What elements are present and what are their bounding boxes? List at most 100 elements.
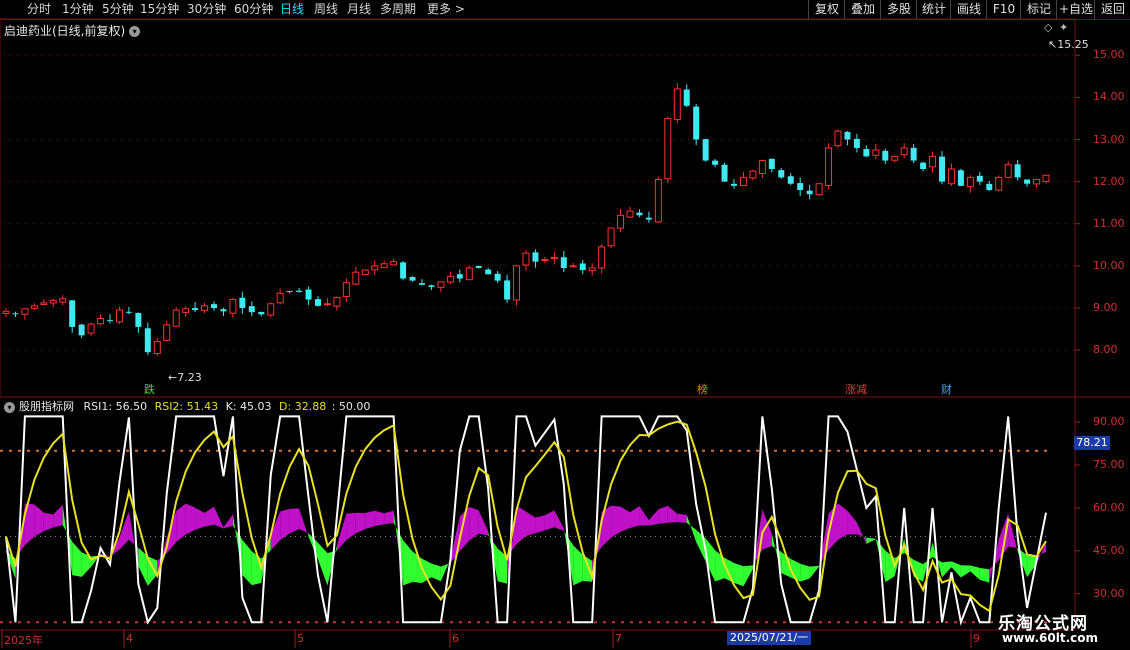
candle-body — [806, 190, 813, 195]
date-tick-label: 7 — [615, 632, 622, 645]
candle-body — [929, 155, 937, 168]
rsi-band — [384, 510, 394, 525]
rsi-band — [544, 510, 555, 531]
rsi-band — [280, 508, 290, 541]
rsi-band — [289, 508, 300, 534]
date-tick-label: 9 — [973, 632, 980, 645]
candle-body — [115, 309, 123, 323]
price-low-label: ←7.23 — [168, 371, 202, 384]
candle-body — [986, 183, 993, 191]
indicator-tick-label: 90.00 — [1093, 415, 1125, 429]
candle-body — [333, 296, 341, 307]
event-tag[interactable]: 榜 — [697, 381, 708, 397]
event-tag[interactable]: 涨减 — [845, 381, 867, 397]
rsi-band — [195, 507, 205, 530]
price-tick-label: 9.00 — [1093, 300, 1118, 314]
candle-body — [172, 309, 180, 327]
candle-body — [617, 214, 625, 229]
candle-body — [844, 131, 851, 140]
candle-body — [758, 160, 766, 174]
rsi-band — [43, 512, 54, 532]
candle-body — [797, 183, 804, 191]
price-tick-label: 10.00 — [1093, 258, 1125, 272]
candle-body — [248, 306, 255, 313]
candle-body — [626, 210, 634, 218]
rsi-band — [847, 510, 857, 535]
candle-body — [712, 160, 719, 165]
rsi-band — [573, 545, 583, 586]
candle-body — [882, 150, 889, 161]
candle-body — [352, 271, 360, 285]
rsi-band — [346, 512, 356, 541]
candle-body — [125, 311, 132, 313]
rsi-band — [743, 565, 753, 587]
candle-body — [569, 265, 577, 268]
d-label: D: 32.88 — [279, 400, 327, 413]
candle-body — [229, 299, 237, 314]
indicator-title: ▾ 股朋指标网 RSI1: 56.50 RSI2: 51.43 K: 45.03 … — [4, 398, 370, 414]
candle-body — [815, 183, 823, 196]
rsi-band — [686, 514, 697, 542]
candle-body — [1033, 179, 1041, 185]
candle-body — [853, 138, 860, 148]
candle-body — [2, 310, 10, 314]
candle-body — [239, 297, 246, 308]
extra-label: : 50.00 — [331, 400, 371, 413]
candle-body — [163, 324, 171, 341]
candle-body — [276, 292, 284, 304]
candle-body — [144, 328, 151, 353]
rsi-band — [214, 506, 224, 529]
rsi-band — [299, 508, 309, 537]
rsi-band — [72, 541, 82, 577]
k-label: K: 45.03 — [225, 400, 272, 413]
candle-body — [315, 299, 321, 306]
rsi-band — [119, 511, 129, 550]
candle-body — [305, 289, 312, 300]
rsi-band — [478, 510, 489, 536]
date-tick-label: 2025年 — [4, 634, 43, 647]
date-tick-label: 6 — [452, 632, 459, 645]
rsi1-label: RSI1: 56.50 — [83, 400, 148, 413]
candle-body — [87, 323, 95, 334]
rsi-band — [365, 510, 375, 529]
rsi-band — [724, 557, 734, 583]
price-tick-label: 15.00 — [1093, 48, 1125, 62]
candle-body — [976, 175, 983, 182]
rsi-band — [526, 511, 536, 536]
candle-body — [69, 300, 76, 327]
indicator-tick-label: 45.00 — [1093, 543, 1125, 557]
indicator-tick-label: 30.00 — [1093, 586, 1125, 600]
rsi-band — [516, 505, 526, 545]
indicator-tick-label: 60.00 — [1093, 500, 1125, 514]
candle-body — [97, 318, 105, 325]
event-tag[interactable]: 跌 — [144, 381, 155, 397]
candle-body — [201, 305, 209, 311]
cursor-date: 2025/07/21/一 — [727, 631, 812, 645]
candle-body — [947, 168, 955, 185]
price-tick-label: 12.00 — [1093, 174, 1125, 188]
chart-canvas — [0, 18, 1130, 648]
rsi-band — [667, 505, 678, 523]
candle-body — [872, 149, 880, 156]
candle-body — [683, 89, 690, 106]
rsi-band — [970, 565, 980, 580]
event-tag[interactable]: 财 — [941, 381, 952, 397]
candle-body — [220, 309, 227, 312]
candle-body — [541, 259, 549, 262]
candle-body — [211, 304, 217, 308]
candle-body — [361, 269, 369, 276]
indicator-tick-label: 75.00 — [1093, 458, 1125, 472]
candle-body — [966, 176, 974, 188]
rsi-band — [166, 511, 177, 554]
candle-body — [135, 312, 142, 327]
candle-body — [342, 282, 350, 297]
current-value-badge: 78.21 — [1074, 436, 1110, 450]
rsi-band — [715, 550, 725, 582]
chevron-down-icon[interactable]: ▾ — [4, 401, 15, 413]
candle-body — [153, 341, 161, 355]
candle-body — [550, 256, 558, 260]
candle-body — [654, 179, 662, 223]
candle-body — [1004, 164, 1012, 178]
rsi-band — [185, 503, 196, 535]
rsi-band — [734, 562, 744, 587]
